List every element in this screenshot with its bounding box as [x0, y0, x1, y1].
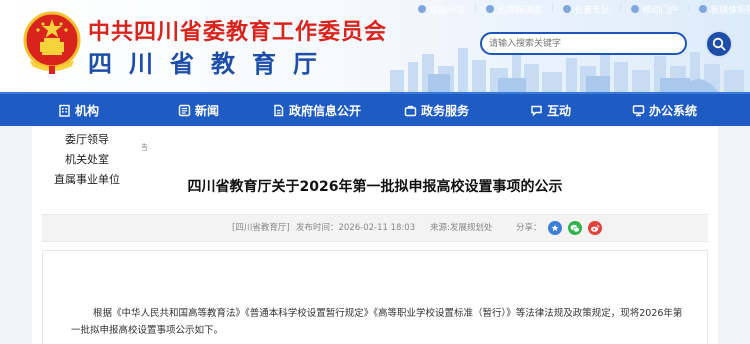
nav-label: 新闻 [195, 103, 220, 118]
dropdown-item-leadership[interactable]: 委厅领导 [32, 130, 142, 150]
search-button[interactable] [705, 30, 733, 58]
nav-item-gov-service[interactable]: 政务服务 [404, 94, 469, 126]
meta-source: [四川省教育厅] [232, 223, 290, 233]
dropdown-item-affiliated-units[interactable]: 直属事业单位 [32, 170, 142, 190]
dropdown-item-departments[interactable]: 机关处室 [32, 150, 142, 170]
star-share-icon[interactable] [548, 221, 562, 235]
nav-label: 政府信息公开 [289, 103, 362, 118]
nav-label: 互动 [547, 103, 572, 118]
org-dropdown-menu: 委厅领导 机关处室 直属事业单位 [32, 126, 142, 198]
site-header: 中共四川省委教育工作委员会 四川省教育厅 智能问答 | 无障碍浏览 | 长者专区… [0, 0, 750, 92]
national-emblem-logo [23, 11, 81, 74]
site-subtitle: 四川省教育厅 [88, 50, 334, 78]
top-link-new-media[interactable]: 新媒体矩阵 [699, 3, 750, 16]
nav-item-org[interactable]: 机构 [58, 94, 99, 126]
chat-icon [531, 105, 542, 116]
nav-item-news[interactable]: 新闻 [178, 94, 219, 126]
divider: | [687, 3, 691, 13]
top-link-elderly[interactable]: 长者专区 [563, 3, 610, 16]
article-paragraph-line: 根据《中华人民共和国高等教育法》《普通本科学校设置暂行规定》《高等职业学校设置标… [93, 308, 683, 319]
office-icon [632, 104, 645, 116]
search-icon [712, 37, 726, 51]
divider: | [619, 3, 623, 13]
wechat-icon[interactable] [568, 221, 582, 235]
article-meta-bar: [四川省教育厅] 发布时间：2026-02-11 18:03 来源:发展规划处 … [42, 214, 708, 242]
meta-origin: 来源:发展规划处 [430, 223, 493, 233]
main-nav: 机构 新闻 政府信息公开 政务服务 互动 办公系统 [0, 92, 750, 126]
site-title: 中共四川省委教育工作委员会 [88, 20, 388, 45]
service-icon [404, 105, 417, 116]
top-link-qa[interactable]: 智能问答 [418, 3, 465, 16]
nav-item-interaction[interactable]: 互动 [530, 94, 571, 126]
top-link-accessibility[interactable]: 无障碍浏览 [486, 3, 542, 16]
divider: | [551, 3, 555, 13]
share-label: 分享： [516, 223, 542, 233]
meta-publish-date: 发布时间：2026-02-11 18:03 [296, 223, 416, 233]
top-link-mobile[interactable]: 移动门户 [631, 3, 678, 16]
news-icon [178, 104, 191, 116]
article-paragraph-line: 一批拟申报高校设置事项公示如下。 [71, 325, 224, 336]
weibo-icon[interactable] [588, 221, 602, 235]
nav-label: 政务服务 [421, 103, 470, 118]
search-input[interactable] [480, 32, 687, 55]
building-icon [59, 104, 70, 117]
article-body: 根据《中华人民共和国高等教育法》《普通本科学校设置暂行规定》《高等职业学校设置标… [42, 250, 708, 344]
divider: | [474, 3, 478, 13]
info-disclosure-icon [274, 104, 284, 116]
nav-item-office-system[interactable]: 办公系统 [632, 94, 697, 126]
nav-label: 办公系统 [649, 103, 698, 118]
nav-label: 机构 [75, 103, 100, 118]
top-links: 智能问答 | 无障碍浏览 | 长者专区 | 移动门户 | 新媒体矩阵 [418, 3, 750, 16]
nav-item-info-disclosure[interactable]: 政府信息公开 [272, 94, 361, 126]
